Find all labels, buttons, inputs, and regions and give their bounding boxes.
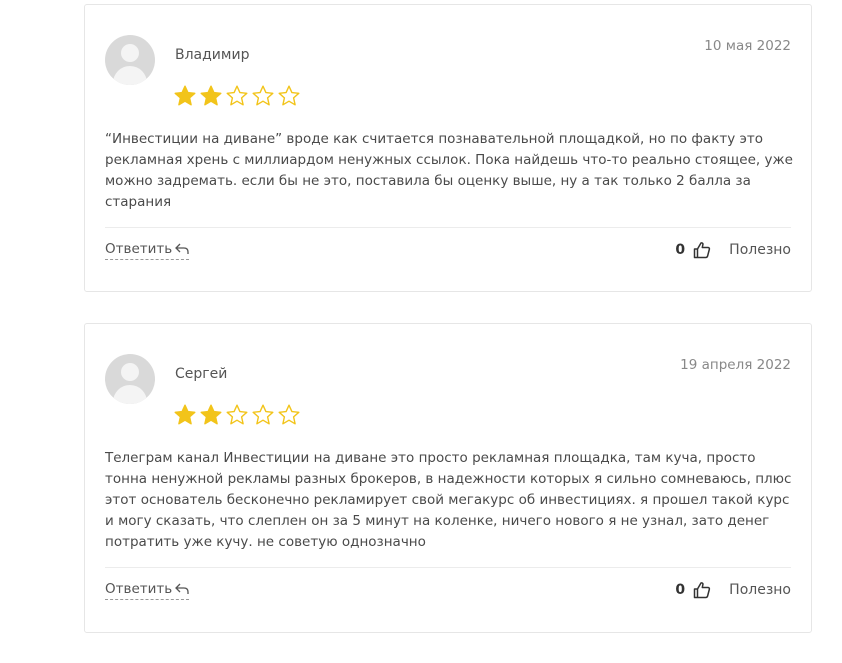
- like-count: 0: [675, 242, 686, 258]
- review-author: Владимир: [175, 47, 250, 63]
- rating-stars: [173, 403, 301, 427]
- reply-button[interactable]: Ответить: [105, 241, 190, 260]
- thumbs-up-icon[interactable]: [693, 581, 711, 599]
- reply-arrow-icon: [175, 243, 189, 254]
- star-empty-icon: [252, 404, 274, 425]
- review-card: Владимир 10 мая 2022 “Инвестиции на дива…: [84, 4, 812, 292]
- thumbs-up-icon[interactable]: [693, 241, 711, 259]
- review-text: “Инвестиции на диване” вроде как считает…: [105, 131, 793, 210]
- useful-section: 0 Полезно: [675, 581, 791, 599]
- reply-arrow-icon: [175, 583, 189, 594]
- star-filled-icon: [174, 404, 196, 425]
- useful-label: Полезно: [729, 242, 791, 258]
- divider: [105, 567, 791, 568]
- useful-section: 0 Полезно: [675, 241, 791, 259]
- divider: [105, 227, 791, 228]
- avatar: [105, 35, 155, 85]
- reply-button[interactable]: Ответить: [105, 581, 190, 600]
- review-date: 19 апреля 2022: [680, 357, 791, 373]
- review-text: Телеграм канал Инвестиции на диване это …: [105, 450, 792, 550]
- review-date: 10 мая 2022: [704, 38, 791, 54]
- reply-label: Ответить: [105, 241, 173, 257]
- star-empty-icon: [226, 404, 248, 425]
- star-empty-icon: [226, 85, 248, 106]
- star-filled-icon: [200, 404, 222, 425]
- star-empty-icon: [278, 404, 300, 425]
- useful-label: Полезно: [729, 582, 791, 598]
- star-filled-icon: [200, 85, 222, 106]
- reply-label: Ответить: [105, 581, 173, 597]
- rating-stars: [173, 84, 301, 108]
- review-card: Сергей 19 апреля 2022 Телеграм канал Инв…: [84, 323, 812, 633]
- like-count: 0: [675, 582, 686, 598]
- star-empty-icon: [252, 85, 274, 106]
- review-author: Сергей: [175, 366, 228, 382]
- star-empty-icon: [278, 85, 300, 106]
- star-filled-icon: [174, 85, 196, 106]
- avatar: [105, 354, 155, 404]
